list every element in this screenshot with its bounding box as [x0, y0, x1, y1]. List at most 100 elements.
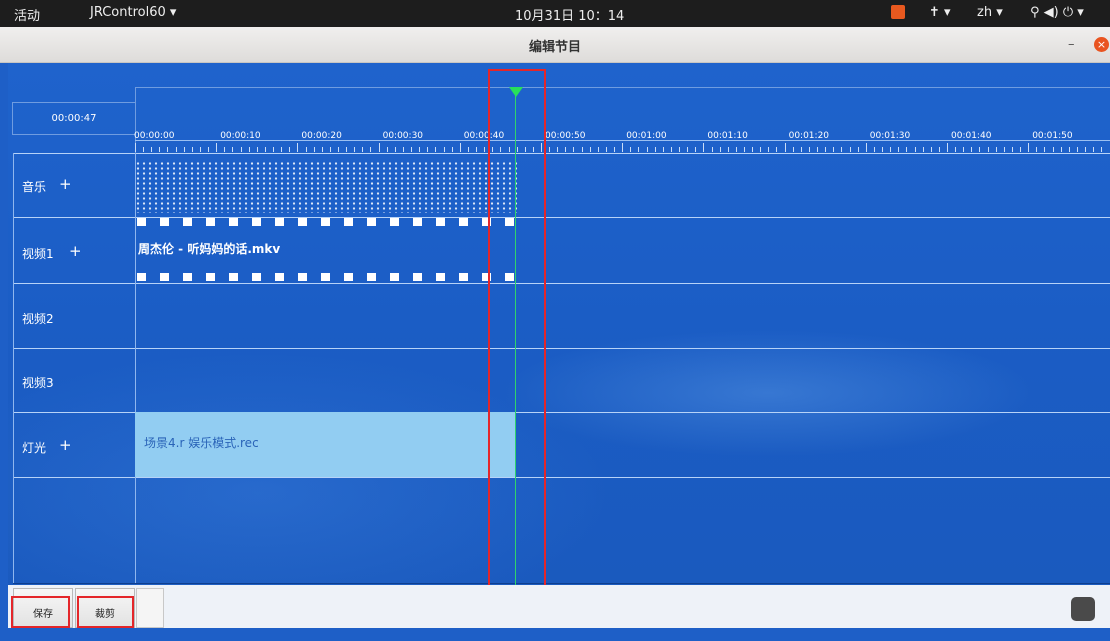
ruler-tick — [305, 147, 307, 152]
track-divider — [13, 153, 1110, 154]
ruler-tick — [208, 147, 210, 152]
ruler-tick — [768, 147, 770, 152]
ruler-tick — [1085, 147, 1087, 152]
add-light-button[interactable]: + — [59, 436, 72, 454]
add-video1-button[interactable]: + — [69, 242, 82, 260]
ruler-tick — [1011, 147, 1013, 152]
ruler-tick — [1093, 147, 1095, 152]
ruler-tick — [289, 147, 291, 152]
ruler-tick — [183, 147, 185, 152]
ruler-tick — [297, 143, 299, 152]
ruler-tick — [906, 147, 908, 152]
close-button[interactable]: × — [1094, 37, 1109, 52]
ruler-tick — [1003, 147, 1005, 152]
ruler-tick — [419, 147, 421, 152]
ruler-tick — [362, 147, 364, 152]
ruler-tick — [346, 147, 348, 152]
ruler-tick — [484, 147, 486, 152]
light-clip[interactable]: 场景4.r 娱乐模式.rec — [135, 412, 516, 477]
save-highlight-box — [11, 596, 70, 628]
ruler-tick — [151, 147, 153, 152]
ruler-tick — [792, 147, 794, 152]
ruler-tick — [833, 147, 835, 152]
app-indicator-icon[interactable] — [891, 5, 905, 19]
ruler-tick-label: 00:00:20 — [301, 131, 342, 141]
ruler-tick — [914, 147, 916, 152]
minimize-button[interactable]: – — [1068, 37, 1075, 52]
ruler-tick — [695, 147, 697, 152]
ruler-tick — [451, 147, 453, 152]
ruler-tick — [719, 147, 721, 152]
track-header-light[interactable]: 灯光 + — [13, 413, 134, 477]
toolbar-separator — [136, 588, 164, 628]
ruler-tick — [670, 147, 672, 152]
ruler-tick — [995, 147, 997, 152]
ruler-tick — [662, 147, 664, 152]
ruler-tick-label: 00:00:00 — [134, 131, 175, 141]
ruler-tick — [979, 147, 981, 152]
ruler-tick — [1020, 147, 1022, 152]
ruler-tick — [825, 147, 827, 152]
ruler-tick — [1060, 147, 1062, 152]
ruler-tick-label: 00:00:10 — [220, 131, 261, 141]
tray-app-icon[interactable] — [1071, 597, 1095, 621]
ruler-tick — [865, 143, 867, 152]
track-label: 视频2 — [22, 312, 54, 326]
track-label: 视频3 — [22, 376, 54, 390]
system-menu-icons[interactable]: ⚲ ◀) ⏻ ▾ — [1030, 5, 1084, 20]
light-clip-name: 场景4.r 娱乐模式.rec — [144, 436, 259, 450]
ruler-tick — [467, 147, 469, 152]
ruler-tick — [240, 147, 242, 152]
track-header-video1[interactable]: 视频1 + — [13, 218, 134, 283]
app-menu[interactable]: JRControl60 ▾ — [90, 5, 176, 20]
track-divider — [13, 283, 1110, 284]
ruler-tick — [622, 143, 624, 152]
ruler-tick — [281, 147, 283, 152]
ruler-tick — [605, 147, 607, 152]
ruler-tick — [313, 147, 315, 152]
ruler-tick — [549, 147, 551, 152]
ruler-tick — [1076, 147, 1078, 152]
ruler-tick — [1036, 147, 1038, 152]
ruler-tick — [216, 143, 218, 152]
ruler-tick-label: 00:00:50 — [545, 131, 586, 141]
ruler-tick — [386, 147, 388, 152]
ruler-tick — [411, 147, 413, 152]
ruler-tick — [760, 147, 762, 152]
ruler-tick — [873, 147, 875, 152]
add-music-button[interactable]: + — [59, 175, 72, 193]
window-title: 编辑节目 — [528, 40, 581, 55]
ruler-tick — [143, 147, 145, 152]
ruler-tick — [321, 147, 323, 152]
ruler-tick — [776, 147, 778, 152]
ruler-tick — [638, 147, 640, 152]
track-header-video2[interactable]: 视频2 — [13, 284, 134, 348]
accessibility-icon[interactable]: ✝ ▾ — [929, 5, 951, 20]
ruler-tick — [727, 147, 729, 152]
music-waveform-clip[interactable] — [135, 161, 519, 213]
ruler-tick — [784, 143, 786, 152]
ruler-tick-label: 00:01:10 — [707, 131, 748, 141]
ruler-tick — [841, 147, 843, 152]
ruler-tick — [703, 143, 705, 152]
bottom-toolbar: 保存 裁剪 — [8, 585, 1110, 628]
ruler-tick — [955, 147, 957, 152]
ruler-tick — [947, 143, 948, 152]
ruler-tick — [597, 147, 599, 152]
ruler-tick-label: 00:01:20 — [788, 131, 830, 141]
ruler-tick — [135, 143, 136, 152]
ruler-tick — [744, 147, 745, 152]
video1-clip[interactable]: 周杰伦 - 听妈妈的话.mkv — [135, 218, 519, 282]
track-label: 视频1 — [22, 247, 54, 261]
film-strip-top — [137, 218, 517, 226]
video1-clip-name: 周杰伦 - 听妈妈的话.mkv — [138, 242, 281, 256]
track-label: 灯光 — [22, 441, 47, 455]
activities-button[interactable]: 活动 — [14, 5, 40, 24]
ruler-tick — [557, 147, 559, 152]
track-header-video3[interactable]: 视频3 — [13, 349, 134, 412]
track-header-music[interactable]: 音乐 + — [13, 154, 134, 217]
ruler-tick — [630, 147, 632, 152]
clock[interactable]: 10月31日 10：14 — [515, 5, 624, 24]
input-method-menu[interactable]: zh ▾ — [977, 5, 1003, 20]
current-time-display: 00:00:47 — [12, 102, 136, 135]
